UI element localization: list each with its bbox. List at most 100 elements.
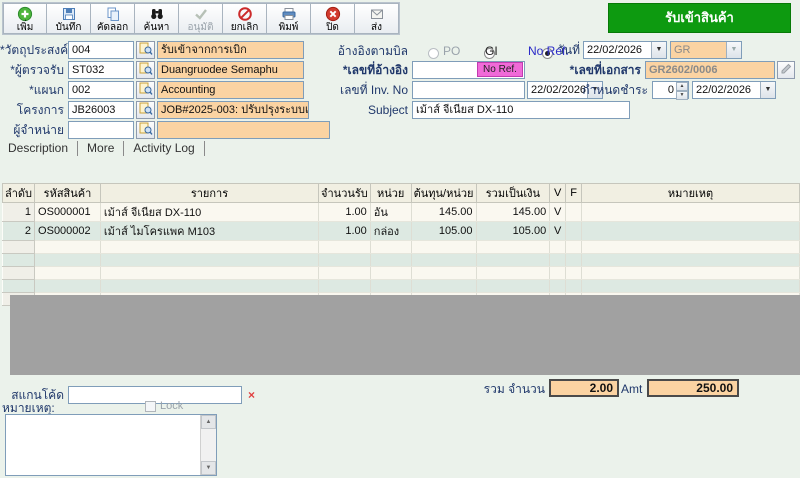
document-date-value: 22/02/2026: [584, 42, 651, 58]
doc-type-combo: GR ▼: [670, 41, 742, 59]
print-icon: [281, 6, 297, 22]
cell-total[interactable]: 105.00: [476, 222, 550, 241]
cell-unit[interactable]: อัน: [370, 203, 411, 222]
department-name-field: Accounting: [157, 81, 304, 99]
table-row[interactable]: 2 OS000002 เม้าส์ ไมโครแพค M103 1.00 กล่…: [3, 222, 800, 241]
cell-f[interactable]: [566, 203, 582, 222]
purpose-label: *วัตถุประสงค์: [0, 41, 64, 59]
total-qty-label: รวม จำนวน: [450, 380, 545, 398]
cell-no[interactable]: 2: [3, 222, 35, 241]
grid-empty-area: [10, 295, 800, 375]
print-button[interactable]: พิมพ์: [267, 3, 311, 34]
cell-v[interactable]: V: [550, 203, 566, 222]
purpose-lookup-button[interactable]: [136, 41, 155, 59]
due-date-combo[interactable]: 22/02/2026 ▼: [692, 81, 776, 99]
col-unit-cost: ต้นทุน/หน่วย: [411, 184, 476, 203]
cell-qty[interactable]: 1.00: [319, 203, 371, 222]
inspector-name-field: Duangruodee Semaphu: [157, 61, 304, 79]
cell-v[interactable]: V: [550, 222, 566, 241]
chevron-down-icon[interactable]: ▼: [760, 82, 775, 98]
save-icon: [61, 6, 77, 22]
radio-po: [428, 48, 439, 59]
cell-f[interactable]: [566, 222, 582, 241]
spinner-down-icon[interactable]: ▼: [676, 91, 688, 100]
add-button-label: เพิ่ม: [17, 22, 34, 33]
document-no-field: GR2602/0006: [645, 61, 775, 79]
due-days-stepper[interactable]: 0 ▲▼: [652, 81, 689, 99]
vendor-lookup-button[interactable]: [136, 121, 155, 139]
send-button[interactable]: ส่ง: [355, 3, 399, 34]
tab-description[interactable]: Description: [4, 141, 78, 156]
note-scrollbar[interactable]: ▲ ▼: [200, 415, 216, 475]
save-button[interactable]: บันทึก: [47, 3, 91, 34]
cell-description[interactable]: เม้าส์ ไมโครแพค M103: [100, 222, 318, 241]
amt-value: 250.00: [647, 379, 739, 397]
invoice-no-input[interactable]: [412, 81, 525, 99]
add-icon: [17, 6, 33, 22]
edit-doc-no-button[interactable]: [777, 61, 795, 79]
cell-unit[interactable]: กล่อง: [370, 222, 411, 241]
page-tabs: Description More Activity Log: [4, 141, 205, 156]
receive-goods-title-button[interactable]: รับเข้าสินค้า: [608, 3, 791, 33]
total-qty-value: 2.00: [549, 379, 619, 397]
cell-unit-cost[interactable]: 105.00: [411, 222, 476, 241]
document-date-combo[interactable]: 22/02/2026 ▼: [583, 41, 667, 59]
date-label: วันที่: [500, 41, 580, 59]
search-button[interactable]: ค้นหา: [135, 3, 179, 34]
subject-input[interactable]: เม้าส์ จีเนียส DX-110: [412, 101, 630, 119]
due-date-value: 22/02/2026: [693, 82, 760, 98]
vendor-code-input[interactable]: [68, 121, 134, 139]
project-code-input[interactable]: JB26003: [68, 101, 134, 119]
cell-no[interactable]: 1: [3, 203, 35, 222]
purpose-code-input[interactable]: 004: [68, 41, 134, 59]
cell-product-code[interactable]: OS000002: [35, 222, 101, 241]
col-qty: จำนวนรับ: [319, 184, 371, 203]
cell-description[interactable]: เม้าส์ จีเนียส DX-110: [100, 203, 318, 222]
subject-label: Subject: [330, 101, 408, 119]
project-lookup-button[interactable]: [136, 101, 155, 119]
tab-activity-log[interactable]: Activity Log: [124, 141, 204, 156]
add-button[interactable]: เพิ่ม: [3, 3, 47, 34]
cell-unit-cost[interactable]: 145.00: [411, 203, 476, 222]
inspector-code-input[interactable]: ST032: [68, 61, 134, 79]
cancel-button[interactable]: ยกเลิก: [223, 3, 267, 34]
col-total: รวมเป็นเงิน: [476, 184, 550, 203]
lookup-icon: [139, 62, 153, 78]
lookup-icon: [139, 102, 153, 118]
chevron-down-icon[interactable]: ▼: [651, 42, 666, 58]
cell-qty[interactable]: 1.00: [319, 222, 371, 241]
table-row-empty[interactable]: [3, 254, 800, 267]
tab-more[interactable]: More: [78, 141, 124, 156]
department-lookup-button[interactable]: [136, 81, 155, 99]
clear-scan-icon[interactable]: ×: [248, 389, 255, 401]
cancel-icon: [237, 6, 253, 22]
radio-po-label: PO: [443, 44, 460, 58]
cell-note[interactable]: [582, 203, 800, 222]
cell-note[interactable]: [582, 222, 800, 241]
lookup-icon: [139, 82, 153, 98]
send-button-label: ส่ง: [371, 22, 382, 33]
cell-product-code[interactable]: OS000001: [35, 203, 101, 222]
goods-receipt-window: { "window": { "title_button": "รับเข้าสิ…: [0, 0, 800, 478]
copy-button[interactable]: คัดลอก: [91, 3, 135, 34]
toolbar: เพิ่ม บันทึก คัดลอก ค้นหา อนุมัติ ยกเลิก: [2, 2, 400, 35]
note-textarea[interactable]: [5, 414, 217, 476]
col-description: รายการ: [100, 184, 318, 203]
reference-no-label: *เลขที่อ้างอิง: [330, 61, 408, 79]
cell-total[interactable]: 145.00: [476, 203, 550, 222]
no-ref-badge[interactable]: No Ref.: [477, 62, 523, 77]
search-button-label: ค้นหา: [144, 22, 170, 33]
table-row[interactable]: 1 OS000001 เม้าส์ จีเนียส DX-110 1.00 อั…: [3, 203, 800, 222]
table-row-empty[interactable]: [3, 241, 800, 254]
scroll-up-icon[interactable]: ▲: [201, 415, 216, 429]
spinner-up-icon[interactable]: ▲: [676, 82, 688, 91]
table-row-empty[interactable]: [3, 267, 800, 280]
scroll-down-icon[interactable]: ▼: [201, 461, 216, 475]
department-code-input[interactable]: 002: [68, 81, 134, 99]
pencil-icon: [780, 63, 792, 78]
lock-checkbox: [145, 401, 156, 412]
inspector-label: *ผู้ตรวจรับ: [0, 61, 64, 79]
close-button[interactable]: ปิด: [311, 3, 355, 34]
table-row-empty[interactable]: [3, 280, 800, 293]
inspector-lookup-button[interactable]: [136, 61, 155, 79]
